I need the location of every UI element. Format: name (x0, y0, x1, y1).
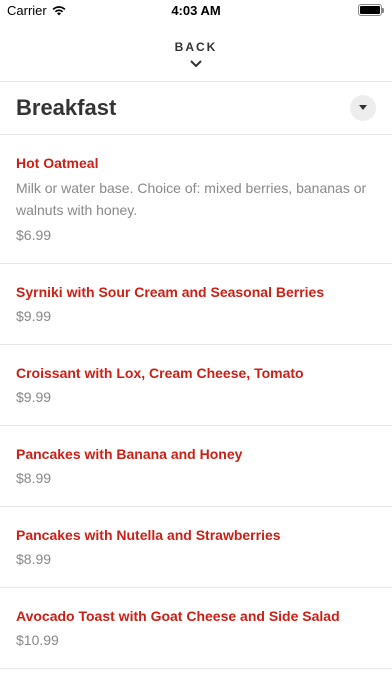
menu-item[interactable]: Avocado Toast with Goat Cheese and Side … (0, 588, 392, 669)
battery-icon (358, 4, 384, 16)
menu-item-name: Pancakes with Banana and Honey (16, 446, 243, 462)
back-label: BACK (174, 39, 218, 54)
menu-item[interactable]: Pancakes with Nutella and Strawberries $… (0, 507, 392, 588)
menu-item[interactable]: Syrniki with Sour Cream and Seasonal Ber… (0, 264, 392, 345)
status-right (358, 4, 384, 16)
menu-item-name: Avocado Toast with Goat Cheese and Side … (16, 608, 340, 624)
menu-item-price: $8.99 (16, 551, 52, 567)
menu-item-name: Syrniki with Sour Cream and Seasonal Ber… (16, 284, 325, 300)
section-dropdown-button[interactable] (350, 95, 376, 121)
menu-item-price: $6.99 (16, 227, 52, 243)
menu-item-price: $10.99 (16, 632, 59, 648)
chevron-down-icon (190, 60, 202, 67)
back-button[interactable]: BACK (0, 22, 392, 82)
menu-item-name: Pancakes with Nutella and Strawberries (16, 527, 281, 543)
status-bar: Carrier 4:03 AM (0, 0, 392, 22)
section-title: Breakfast (16, 95, 117, 120)
menu-item[interactable]: Croissant with Lox, Cream Cheese, Tomato… (0, 345, 392, 426)
menu-list: Hot Oatmeal Milk or water base. Choice o… (0, 135, 392, 669)
menu-item-price: $9.99 (16, 389, 52, 405)
menu-item-description: Milk or water base. Choice of: mixed ber… (16, 180, 367, 218)
menu-item[interactable]: Pancakes with Banana and Honey $8.99 (0, 426, 392, 507)
menu-item-name: Hot Oatmeal (16, 155, 99, 171)
menu-item[interactable]: Hot Oatmeal Milk or water base. Choice o… (0, 135, 392, 264)
status-time: 4:03 AM (171, 3, 221, 18)
menu-item-price: $8.99 (16, 470, 52, 486)
menu-item-name: Croissant with Lox, Cream Cheese, Tomato (16, 365, 304, 381)
section-header: Breakfast (0, 82, 392, 135)
caret-down-icon (359, 105, 367, 110)
menu-item-price: $9.99 (16, 308, 52, 324)
